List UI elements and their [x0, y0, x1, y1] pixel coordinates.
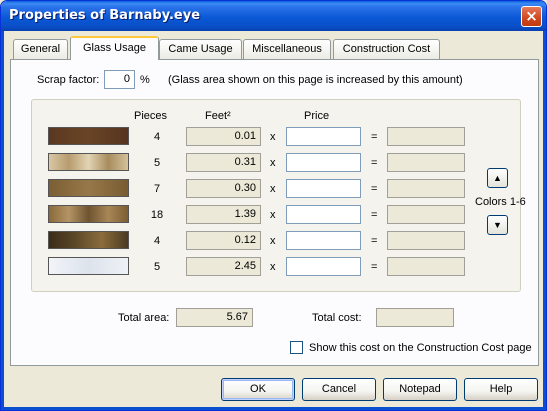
row-2-price-input[interactable] [286, 153, 361, 172]
row-1-price-input[interactable] [286, 127, 361, 146]
row-1-times: x [270, 131, 276, 143]
row-3-price-input[interactable] [286, 179, 361, 198]
row-6-feet: 2.45 [186, 257, 261, 276]
scrap-factor-unit: % [140, 74, 150, 86]
row-5-equals: = [371, 235, 378, 247]
total-area-label: Total area: [118, 312, 170, 324]
row-6-total [387, 257, 465, 276]
tab-came-usage[interactable]: Came Usage [159, 39, 242, 59]
row-6-times: x [270, 261, 276, 273]
title-bar[interactable]: Properties of Barnaby.eye × [1, 1, 546, 31]
row-5-price-input[interactable] [286, 231, 361, 250]
row-4-feet: 1.39 [186, 205, 261, 224]
row-2-feet: 0.31 [186, 153, 261, 172]
row-6-equals: = [371, 261, 378, 273]
row-3-times: x [270, 183, 276, 195]
row-3-total [387, 179, 465, 198]
row-6-price-input[interactable] [286, 257, 361, 276]
glass-usage-panel: Scrap factor: 0 % (Glass area shown on t… [10, 59, 539, 366]
help-button[interactable]: Help [464, 378, 538, 401]
colors-down-button[interactable]: ▼ [487, 215, 508, 235]
glass-swatch-5[interactable] [48, 231, 129, 249]
cancel-button[interactable]: Cancel [302, 378, 376, 401]
glass-swatch-2[interactable] [48, 153, 129, 171]
glass-swatch-3[interactable] [48, 179, 129, 197]
row-3-pieces: 7 [153, 183, 161, 195]
total-area-value: 5.67 [176, 308, 253, 327]
scrap-factor-label: Scrap factor: [37, 74, 100, 86]
show-cost-checkbox[interactable] [290, 341, 303, 354]
close-icon: × [525, 7, 538, 25]
row-2-total [387, 153, 465, 172]
glass-swatch-6[interactable] [48, 257, 129, 275]
window-frame-left [1, 31, 4, 410]
window-frame-right [543, 31, 546, 410]
close-button[interactable]: × [521, 6, 542, 27]
tab-miscellaneous[interactable]: Miscellaneous [243, 39, 331, 59]
tab-construction-cost[interactable]: Construction Cost [333, 39, 440, 59]
row-5-pieces: 4 [153, 235, 161, 247]
row-4-pieces: 18 [150, 209, 164, 221]
row-2-equals: = [371, 157, 378, 169]
row-1-equals: = [371, 131, 378, 143]
ok-button[interactable]: OK [221, 378, 295, 401]
row-4-total [387, 205, 465, 224]
row-4-equals: = [371, 209, 378, 221]
total-cost-label: Total cost: [312, 312, 362, 324]
glass-swatch-4[interactable] [48, 205, 129, 223]
row-4-times: x [270, 209, 276, 221]
scrap-factor-input[interactable]: 0 [104, 70, 135, 89]
glass-swatch-1[interactable] [48, 127, 129, 145]
row-5-times: x [270, 235, 276, 247]
row-5-feet: 0.12 [186, 231, 261, 250]
tab-general[interactable]: General [13, 39, 68, 59]
total-cost-value [376, 308, 454, 327]
row-4-price-input[interactable] [286, 205, 361, 224]
scrap-factor-note: (Glass area shown on this page is increa… [168, 74, 463, 86]
row-1-pieces: 4 [153, 131, 161, 143]
row-1-feet: 0.01 [186, 127, 261, 146]
pieces-header: Pieces [134, 110, 168, 122]
colors-up-button[interactable]: ▲ [487, 168, 508, 188]
row-3-equals: = [371, 183, 378, 195]
row-2-pieces: 5 [153, 157, 161, 169]
price-header: Price [304, 110, 330, 122]
glass-color-group: Pieces Feet² Price 4 0.01 x = 5 0.31 x =… [31, 99, 526, 292]
row-2-times: x [270, 157, 276, 169]
arrow-down-icon: ▼ [493, 220, 502, 230]
feet-header: Feet² [205, 110, 231, 122]
window-frame-bottom [1, 407, 546, 410]
row-6-pieces: 5 [153, 261, 161, 273]
notepad-button[interactable]: Notepad [383, 378, 457, 401]
show-cost-label[interactable]: Show this cost on the Construction Cost … [309, 342, 532, 354]
properties-window: Properties of Barnaby.eye × General Glas… [0, 0, 547, 411]
row-3-feet: 0.30 [186, 179, 261, 198]
arrow-up-icon: ▲ [493, 173, 502, 183]
window-title: Properties of Barnaby.eye [9, 8, 201, 23]
colors-range-label: Colors 1-6 [475, 196, 526, 208]
row-5-total [387, 231, 465, 250]
row-1-total [387, 127, 465, 146]
tab-glass-usage[interactable]: Glass Usage [70, 36, 159, 60]
